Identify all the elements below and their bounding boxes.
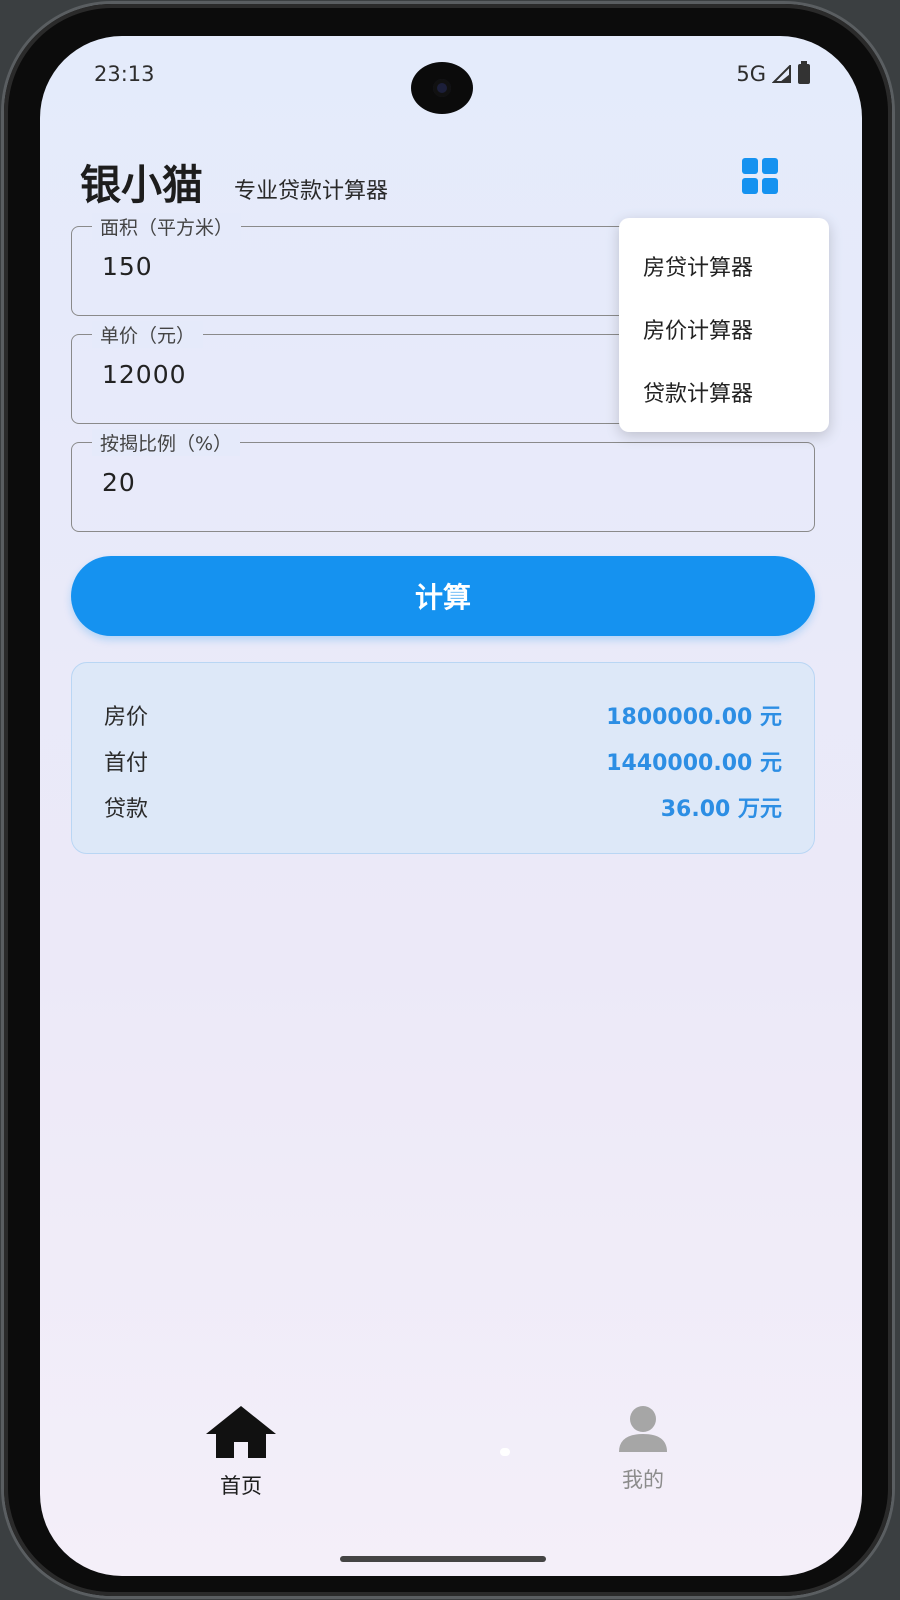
signal-icon [772,65,791,83]
calculator-menu: 房贷计算器 房价计算器 贷款计算器 [619,218,829,432]
tab-mine-label: 我的 [622,1468,664,1492]
result-value: 1440000.00 元 [606,751,782,776]
tab-home[interactable]: 首页 [186,1404,296,1500]
result-label: 房价 [104,705,149,730]
mortgage-ratio-input[interactable] [100,467,704,498]
menu-item-loan[interactable]: 贷款计算器 [643,376,753,408]
result-value: 36.00 万元 [660,797,782,822]
area-label: 面积（平方米） [92,213,242,240]
app-brand: 银小猫 [80,161,203,209]
front-camera [411,62,473,114]
result-card: 房价 1800000.00 元 首付 1440000.00 元 贷款 36.00… [71,662,815,854]
mortgage-ratio-label: 按揭比例（%） [92,429,241,456]
menu-item-house-price[interactable]: 房价计算器 [643,313,753,345]
menu-grid-icon[interactable] [740,156,780,196]
page-dot [500,1448,510,1456]
app-screen: 23:13 5G 银小猫 专业贷款计算器 面积（平方米） 单价（元） 按揭比 [40,36,862,1576]
result-row: 贷款 36.00 万元 [104,791,782,823]
menu-item-mortgage[interactable]: 房贷计算器 [643,250,753,282]
mortgage-ratio-field: 按揭比例（%） [71,429,815,532]
home-indicator [340,1556,546,1562]
result-row: 房价 1800000.00 元 [104,699,782,731]
profile-icon [619,1406,667,1452]
tab-home-label: 首页 [220,1474,262,1498]
calculate-button[interactable]: 计算 [71,556,815,636]
status-time: 23:13 [94,62,155,86]
result-row: 首付 1440000.00 元 [104,745,782,777]
result-label: 首付 [104,751,149,776]
home-icon [206,1406,276,1458]
battery-icon [798,61,810,84]
tab-mine[interactable]: 我的 [588,1404,698,1494]
result-label: 贷款 [104,797,149,822]
phone-frame: 23:13 5G 银小猫 专业贷款计算器 面积（平方米） 单价（元） 按揭比 [4,4,892,1596]
network-label: 5G [736,62,766,86]
unit-price-input[interactable] [100,359,704,390]
unit-price-label: 单价（元） [92,321,204,348]
area-input[interactable] [100,251,704,282]
app-subtitle: 专业贷款计算器 [234,179,389,204]
status-icons: 5G [736,61,810,86]
result-value: 1800000.00 元 [606,705,782,730]
